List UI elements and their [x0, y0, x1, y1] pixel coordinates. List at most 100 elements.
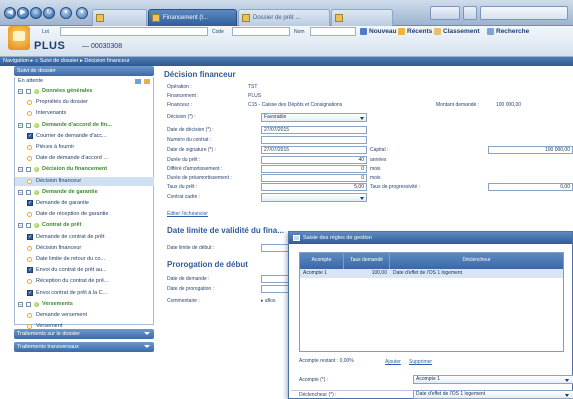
tree-section[interactable]: − Versements [15, 300, 154, 309]
checkbox-icon[interactable] [26, 189, 31, 195]
dialog-title-bar[interactable]: Saisie des règles de gestion [289, 232, 572, 244]
commentaire-value[interactable]: ▸ aflos [261, 298, 275, 304]
chevron-down-icon [565, 379, 569, 382]
acompte-select-value: Acompte 1 [416, 376, 440, 382]
navigation-label[interactable]: Navigation [3, 58, 29, 64]
collapse-icon[interactable]: − [18, 189, 23, 195]
nouveau-link[interactable]: Nouveau [369, 28, 396, 35]
tree-section[interactable]: − Contrat de prêt [15, 221, 154, 230]
tree-item[interactable]: Date limite de retour du co... [15, 255, 154, 264]
decision-select[interactable]: Favorable [261, 113, 367, 122]
col-taux[interactable]: Taux demandé [344, 253, 390, 269]
tree-item[interactable]: Décision financeur [15, 244, 154, 253]
expand-icon[interactable] [144, 79, 150, 84]
recents-link[interactable]: Récents [407, 28, 432, 35]
tree-item[interactable]: Date de demande d'accord ... [15, 154, 154, 163]
table-row[interactable]: Acompte 1 100,00 Date d'effet de l'OS 1 … [300, 269, 563, 278]
dialog-title: Saisie des règles de gestion [303, 235, 372, 241]
taux-input[interactable]: 5,00 [261, 183, 367, 191]
collapse-icon[interactable]: − [18, 167, 23, 173]
collapse-icon[interactable]: − [18, 223, 23, 229]
cell-taux: 100,00 [371, 270, 387, 276]
page-icon [335, 14, 343, 22]
taux-label: Taux du prêt : [167, 184, 198, 190]
contrat-cadre-select[interactable] [261, 193, 367, 202]
tree-section[interactable]: − Demande de garantie [15, 188, 154, 197]
refresh-icon[interactable]: ↻ [43, 7, 55, 19]
pending-icon [27, 313, 32, 318]
browser-button[interactable] [463, 6, 477, 20]
date-decision-input[interactable]: 27/07/2015 [261, 126, 367, 134]
checkbox-icon[interactable] [26, 89, 31, 94]
tree-item[interactable]: Pièces à fournir [15, 143, 154, 152]
lot-field[interactable] [60, 27, 208, 36]
date-signature-input[interactable]: 27/07/2015 [261, 146, 367, 154]
tree-item[interactable]: Propriétés du dossier [15, 98, 154, 107]
checkbox-icon[interactable] [26, 167, 31, 173]
traitements-dossier-header[interactable]: Traitements sur le dossier [14, 329, 154, 339]
checkbox-icon[interactable] [26, 122, 31, 128]
nom-field[interactable] [310, 27, 356, 36]
supprimer-link[interactable]: Supprimer [409, 359, 432, 365]
status-dot-icon [34, 122, 39, 128]
tree-section[interactable]: − Décision du financement [15, 165, 154, 174]
numero-contrat-label: Numéro du contrat : [167, 137, 212, 143]
differe-input[interactable]: 0 [261, 165, 367, 173]
tree-section[interactable]: − Demande d'accord de fin... [15, 121, 154, 130]
tree-item[interactable]: Réception du contrat de prê... [15, 277, 154, 286]
numero-contrat-input[interactable] [261, 136, 367, 144]
tree-item[interactable]: ✓ Courrier de demande d'acc... [15, 132, 154, 141]
date-prorogation-input[interactable] [261, 285, 291, 293]
checkbox-icon[interactable] [26, 223, 31, 229]
tab-dossier[interactable]: Dossier de prêt ... [238, 9, 330, 26]
collapse-icon[interactable]: − [18, 89, 23, 94]
filter-row[interactable]: En attente [15, 77, 154, 86]
collapse-icon[interactable]: − [18, 122, 23, 128]
traitements-transversaux-header[interactable]: Traitements transversaux [14, 342, 154, 352]
col-acompte[interactable]: Acompte [300, 253, 344, 269]
tree-item[interactable]: ✓ Envoi contrat de prêt à la C... [15, 289, 154, 298]
pending-icon [27, 145, 32, 150]
menu-icon[interactable]: ▾ [60, 7, 72, 19]
panel-title: Suivi de dossier [17, 68, 56, 74]
classement-link[interactable]: Classement [443, 28, 480, 35]
tree-item[interactable]: Date de réception de garantie [15, 210, 154, 219]
refresh-icon[interactable] [135, 79, 141, 84]
financeur-label: Financeur : [167, 102, 193, 108]
collapse-icon[interactable]: − [18, 301, 23, 307]
tab-4[interactable] [331, 9, 393, 26]
ajouter-link[interactable]: Ajouter [385, 359, 401, 365]
user-area[interactable] [480, 6, 568, 20]
decision-label: Décision (*) : [167, 114, 196, 120]
tab-1[interactable] [92, 9, 147, 26]
code-field[interactable] [232, 27, 290, 36]
forward-icon[interactable]: ▶ [17, 7, 29, 19]
tree-item[interactable]: Décision financeur [15, 176, 154, 186]
tree-section[interactable]: − Données générales [15, 87, 154, 96]
date-limite-debut-input[interactable] [261, 244, 291, 252]
page-title: Décision financeur [164, 70, 236, 79]
tree-item[interactable]: ✓ Envoi du contrat de prêt au... [15, 266, 154, 275]
preamortissement-input[interactable]: 0 [261, 174, 367, 182]
capital-input[interactable]: 100 000,00 [488, 146, 573, 154]
back-icon[interactable]: ◀ [4, 7, 16, 19]
tree-item[interactable]: ✓ Demande de contrat de prêt [15, 233, 154, 242]
taux-progressivite-input[interactable]: 0,00 [488, 183, 573, 191]
tree-item[interactable]: Demande versement [15, 311, 154, 320]
tab-financement[interactable]: Financement (I... [148, 9, 237, 26]
browser-button[interactable] [430, 6, 460, 20]
home-icon[interactable]: ⌂ [30, 7, 42, 19]
tree-item[interactable]: Intervenants [15, 109, 154, 118]
duree-pret-input[interactable]: 40 [261, 156, 367, 164]
acompte-select[interactable]: Acompte 1 [413, 375, 573, 384]
col-declencheur[interactable]: Déclencheur [390, 253, 563, 269]
date-demande-input[interactable] [261, 275, 291, 283]
tree-item[interactable]: ✓ Demande de garantie [15, 199, 154, 208]
suivi-panel-header[interactable]: Suivi de dossier [14, 66, 154, 76]
breadcrumb-suivi[interactable]: Suivi de dossier [40, 58, 79, 64]
declencheur-select[interactable]: Date d'effet de l'OS 1 logement [413, 390, 573, 399]
tools-icon[interactable]: ▾ [76, 7, 88, 19]
checkbox-icon[interactable] [26, 301, 31, 307]
editer-echeancier-link[interactable]: Éditer l'échéancier [167, 211, 208, 217]
recherche-link[interactable]: Recherche [496, 28, 529, 35]
